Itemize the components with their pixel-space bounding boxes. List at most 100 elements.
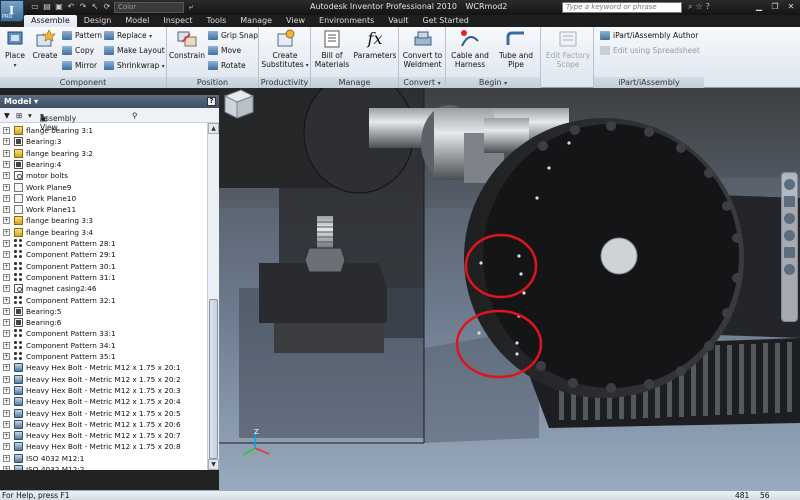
return-icon[interactable]: ⤶ <box>186 2 196 12</box>
filter-icon[interactable]: ▼ <box>4 111 10 120</box>
browser-item[interactable]: + Component Pattern 32:1 <box>0 295 207 306</box>
steering-wheel-icon[interactable] <box>784 179 795 190</box>
convert-to-weldment-button[interactable]: Convert to Weldment <box>400 29 445 69</box>
browser-item[interactable]: + Bearing:5 <box>0 306 207 317</box>
browser-item[interactable]: + Bearing:4 <box>0 159 207 170</box>
browser-item[interactable]: + Component Pattern 28:1 <box>0 238 207 249</box>
expand-icon[interactable]: + <box>3 285 10 293</box>
copy-button[interactable]: Copy <box>62 45 94 56</box>
expand-icon[interactable]: + <box>3 375 10 383</box>
browser-item[interactable]: + flange bearing 3:2 <box>0 148 207 159</box>
expand-icon[interactable]: + <box>3 149 10 157</box>
browser-item[interactable]: + Component Pattern 31:1 <box>0 272 207 283</box>
expand-icon[interactable]: + <box>3 420 10 428</box>
tab-vault[interactable]: Vault <box>381 15 415 27</box>
bill-of-materials-button[interactable]: Bill of Materials <box>313 29 351 69</box>
create-substitutes-button[interactable]: Create Substitutes ▾ <box>261 29 309 70</box>
browser-item[interactable]: + Component Pattern 34:1 <box>0 340 207 351</box>
new-icon[interactable]: ▭ <box>30 2 40 12</box>
replace-button[interactable]: Replace ▾ <box>104 30 152 41</box>
expand-icon[interactable]: + <box>3 353 10 360</box>
look-at-icon[interactable] <box>784 247 795 258</box>
expand-icon[interactable]: + <box>3 160 10 168</box>
orbit-icon[interactable] <box>784 230 795 241</box>
expand-icon[interactable]: + <box>3 138 10 146</box>
pan-icon[interactable] <box>784 196 795 207</box>
make-layout-button[interactable]: Make Layout <box>104 45 165 56</box>
convert-group-label[interactable]: Convert ▾ <box>399 77 445 88</box>
browser-item[interactable]: + Work Plane9 <box>0 182 207 193</box>
expand-icon[interactable]: + <box>3 307 10 315</box>
browser-item[interactable]: + Heavy Hex Bolt - Metric M12 x 1.75 x 20… <box>0 408 207 419</box>
expand-icon[interactable]: + <box>3 454 10 462</box>
tab-tools[interactable]: Tools <box>200 15 234 27</box>
ipart-author-button[interactable]: iPart/iAssembly Author <box>600 30 698 41</box>
open-icon[interactable]: ▤ <box>42 2 52 12</box>
scroll-down-icon[interactable]: ▼ <box>208 459 219 470</box>
expand-icon[interactable]: + <box>3 251 10 259</box>
tab-model[interactable]: Model <box>118 15 156 27</box>
browser-item[interactable]: + ISO 4032 M12:2 <box>0 464 207 470</box>
expand-icon[interactable]: + <box>3 194 10 202</box>
browser-item[interactable]: + flange bearing 3:1 <box>0 125 207 136</box>
rotate-button[interactable]: Rotate <box>208 60 246 71</box>
zoom-all-icon[interactable] <box>784 264 795 275</box>
viewcube[interactable] <box>219 88 257 122</box>
expand-icon[interactable]: + <box>3 466 10 470</box>
tree-icon[interactable]: ⊞ <box>16 111 22 120</box>
browser-item[interactable]: + Heavy Hex Bolt - Metric M12 x 1.75 x 20… <box>0 385 207 396</box>
scroll-up-icon[interactable]: ▲ <box>208 123 219 134</box>
tab-manage[interactable]: Manage <box>233 15 279 27</box>
constrain-button[interactable]: Constrain <box>169 29 205 60</box>
expand-icon[interactable]: + <box>3 127 10 134</box>
shrinkwrap-button[interactable]: Shrinkwrap ▾ <box>104 60 165 71</box>
edit-spreadsheet-button[interactable]: Edit using Spreadsheet <box>600 45 700 56</box>
expand-icon[interactable]: + <box>3 183 10 191</box>
browser-item[interactable]: + Heavy Hex Bolt - Metric M12 x 1.75 x 20… <box>0 396 207 407</box>
select-icon[interactable]: ↖ <box>90 2 100 12</box>
save-icon[interactable]: ▣ <box>54 2 64 12</box>
browser-item[interactable]: + motor bolts <box>0 170 207 181</box>
view-selector[interactable]: ▣ Assembly View ▾ <box>40 111 76 132</box>
expand-icon[interactable]: + <box>3 319 10 327</box>
place-button[interactable]: Place ▾ <box>2 29 28 70</box>
tube-and-pipe-button[interactable]: Tube and Pipe <box>494 29 538 69</box>
begin-group-label[interactable]: Begin ▾ <box>446 77 540 88</box>
browser-item[interactable]: + Component Pattern 33:1 <box>0 328 207 339</box>
expand-icon[interactable]: + <box>3 443 10 451</box>
expand-icon[interactable]: + <box>3 432 10 440</box>
close-icon[interactable]: ✕ <box>784 1 798 13</box>
color-combo[interactable]: Color <box>114 2 184 13</box>
browser-item[interactable]: + Bearing:6 <box>0 317 207 328</box>
expand-icon[interactable]: + <box>3 398 10 406</box>
mirror-button[interactable]: Mirror <box>62 60 97 71</box>
expand-icon[interactable]: + <box>3 206 10 214</box>
tab-get-started[interactable]: Get Started <box>415 15 475 27</box>
scroll-thumb[interactable] <box>209 299 218 459</box>
expand-icon[interactable]: + <box>3 262 10 270</box>
expand-icon[interactable]: + <box>3 228 10 236</box>
tab-design[interactable]: Design <box>77 15 119 27</box>
browser-item[interactable]: + Work Plane11 <box>0 204 207 215</box>
browser-scrollbar[interactable]: ▲ ▼ <box>207 123 219 470</box>
tab-view[interactable]: View <box>279 15 312 27</box>
update-icon[interactable]: ⟳ <box>102 2 112 12</box>
browser-item[interactable]: + Work Plane10 <box>0 193 207 204</box>
expand-icon[interactable]: + <box>3 386 10 394</box>
cable-and-harness-button[interactable]: Cable and Harness <box>448 29 492 69</box>
help-icon[interactable]: ? <box>207 97 216 106</box>
star-icon[interactable]: ☆ <box>695 2 702 12</box>
undo-icon[interactable]: ↶ <box>66 2 76 12</box>
expand-icon[interactable]: + <box>3 341 10 349</box>
tab-inspect[interactable]: Inspect <box>156 15 199 27</box>
expand-icon[interactable]: + <box>3 364 10 372</box>
graphics-viewport[interactable]: Z X Y <box>219 88 800 490</box>
expand-icon[interactable]: + <box>3 330 10 338</box>
expand-icon[interactable]: + <box>3 172 10 180</box>
chevron-down-icon[interactable]: ▾ <box>28 111 32 120</box>
help-search-input[interactable]: Type a keyword or phrase <box>562 2 682 13</box>
pattern-button[interactable]: Pattern <box>62 30 102 41</box>
browser-item[interactable]: + flange bearing 3:3 <box>0 215 207 226</box>
tab-environments[interactable]: Environments <box>312 15 381 27</box>
browser-item[interactable]: + ISO 4032 M12:1 <box>0 453 207 464</box>
